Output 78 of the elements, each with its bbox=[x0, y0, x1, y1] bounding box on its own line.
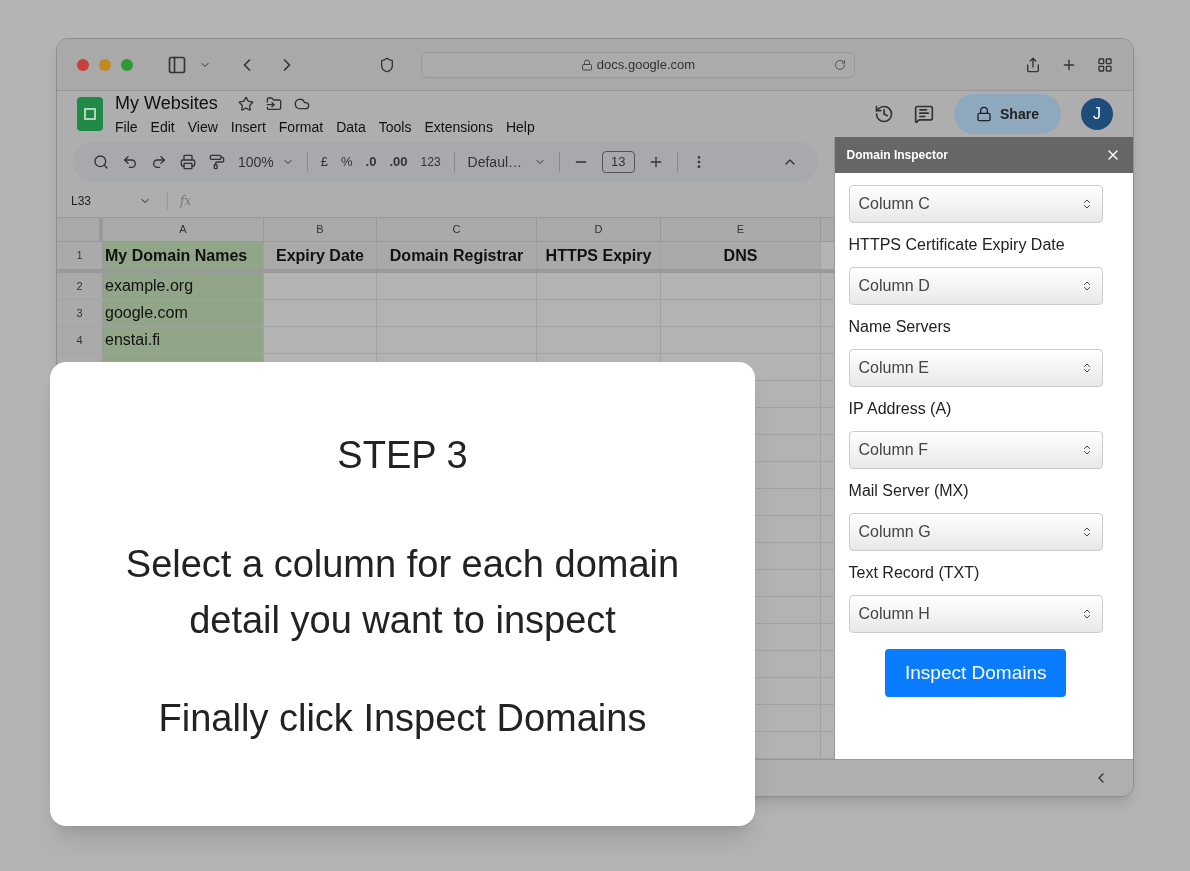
column-select[interactable]: Column E bbox=[848, 349, 1103, 387]
menu-item[interactable]: Help bbox=[505, 117, 535, 138]
column-select[interactable]: Column H bbox=[848, 595, 1103, 633]
comment-icon[interactable] bbox=[914, 104, 934, 124]
field-label: IP Address (A) bbox=[848, 399, 953, 419]
menu-item[interactable]: View bbox=[187, 117, 218, 138]
menu-item[interactable]: Extensions bbox=[424, 117, 493, 138]
sheets-logo-icon[interactable] bbox=[77, 97, 103, 131]
table-cell-text: Domain Registrar bbox=[389, 245, 524, 266]
field-label: HTTPS Certificate Expiry Date bbox=[848, 235, 1066, 255]
menu-item[interactable]: File bbox=[115, 117, 138, 138]
table-cell-text: HTTPS Expiry bbox=[545, 245, 652, 266]
table-cell-text: My Domain Names bbox=[105, 245, 248, 266]
share-button[interactable]: Share bbox=[954, 94, 1061, 134]
shield-icon[interactable] bbox=[379, 56, 395, 73]
select-arrows-icon bbox=[1081, 280, 1093, 292]
font-size-field[interactable]: 13 bbox=[602, 151, 635, 173]
increase-decimals-button[interactable]: .00 bbox=[389, 152, 408, 172]
table-cell-text: Expiry Date bbox=[275, 245, 364, 266]
redo-icon[interactable] bbox=[151, 154, 167, 170]
column-select[interactable]: Column C bbox=[848, 185, 1103, 223]
select-arrows-icon bbox=[1081, 608, 1093, 620]
column-header[interactable]: A bbox=[103, 218, 264, 241]
search-icon[interactable] bbox=[93, 154, 109, 170]
sidebar-title: Domain Inspector bbox=[846, 147, 948, 164]
menu-item[interactable]: Format bbox=[278, 117, 324, 138]
tab-overview-icon[interactable] bbox=[1097, 56, 1113, 73]
table-cell-text: DNS bbox=[723, 245, 758, 266]
inspect-domains-button[interactable]: Inspect Domains bbox=[885, 649, 1067, 697]
column-header[interactable]: D bbox=[537, 218, 661, 241]
star-icon[interactable] bbox=[237, 95, 254, 112]
select-arrows-icon bbox=[1081, 198, 1093, 210]
table-cell-text: example.org bbox=[105, 276, 194, 296]
menu-item[interactable]: Insert bbox=[230, 117, 266, 138]
table-cell-text: google.com bbox=[105, 303, 188, 323]
column-select[interactable]: Column D bbox=[848, 267, 1103, 305]
lock-icon bbox=[976, 106, 993, 122]
font-select[interactable]: Defaul… bbox=[467, 151, 547, 173]
avatar[interactable]: J bbox=[1081, 98, 1113, 130]
number-format-button[interactable]: 123 bbox=[420, 153, 441, 171]
lock-icon bbox=[580, 58, 593, 71]
column-select[interactable]: Column F bbox=[848, 431, 1103, 469]
decrease-decimals-button[interactable]: .0 bbox=[365, 152, 377, 172]
select-arrows-icon bbox=[1081, 444, 1093, 456]
zoom-select[interactable]: 100% bbox=[238, 151, 294, 173]
select-arrows-icon bbox=[1081, 362, 1093, 374]
print-icon[interactable] bbox=[180, 154, 196, 170]
percent-format-button[interactable]: % bbox=[341, 152, 353, 172]
field-label: Text Record (TXT) bbox=[848, 563, 981, 583]
reload-icon[interactable] bbox=[834, 58, 846, 71]
row-number[interactable]: 1 bbox=[57, 242, 103, 269]
column-header[interactable]: B bbox=[264, 218, 377, 241]
document-title[interactable]: My Websites bbox=[115, 90, 218, 117]
column-header[interactable]: C bbox=[377, 218, 537, 241]
step-heading: STEP 3 bbox=[337, 433, 468, 478]
field-label: Mail Server (MX) bbox=[848, 481, 970, 501]
instruction-text: Select a column for each domain detail you want to inspect bbox=[124, 542, 681, 643]
undo-icon[interactable] bbox=[122, 154, 138, 170]
instruction-text: Finally click Inspect Domains bbox=[158, 696, 647, 741]
select-arrows-icon bbox=[1081, 526, 1093, 538]
share-icon[interactable] bbox=[1025, 56, 1041, 73]
column-header[interactable]: E bbox=[661, 218, 821, 241]
menu-item[interactable]: Edit bbox=[150, 117, 175, 138]
table-cell-text: enstai.fi bbox=[105, 330, 161, 350]
row-number[interactable]: 4 bbox=[57, 327, 103, 353]
history-icon[interactable] bbox=[874, 104, 894, 124]
address-bar[interactable]: docs.google.com bbox=[421, 51, 855, 78]
column-select[interactable]: Column G bbox=[848, 513, 1103, 551]
paint-format-icon[interactable] bbox=[209, 154, 225, 170]
row-number[interactable]: 3 bbox=[57, 300, 103, 326]
menu-item[interactable]: Data bbox=[336, 117, 366, 138]
move-folder-icon[interactable] bbox=[265, 95, 282, 112]
currency-format-button[interactable]: £ bbox=[320, 152, 329, 172]
sidebar-icon[interactable] bbox=[167, 54, 187, 75]
name-box[interactable]: L33 bbox=[71, 192, 151, 210]
row-number[interactable]: 2 bbox=[57, 273, 103, 299]
menu-item[interactable]: Tools bbox=[378, 117, 412, 138]
field-label: Name Servers bbox=[848, 317, 952, 337]
